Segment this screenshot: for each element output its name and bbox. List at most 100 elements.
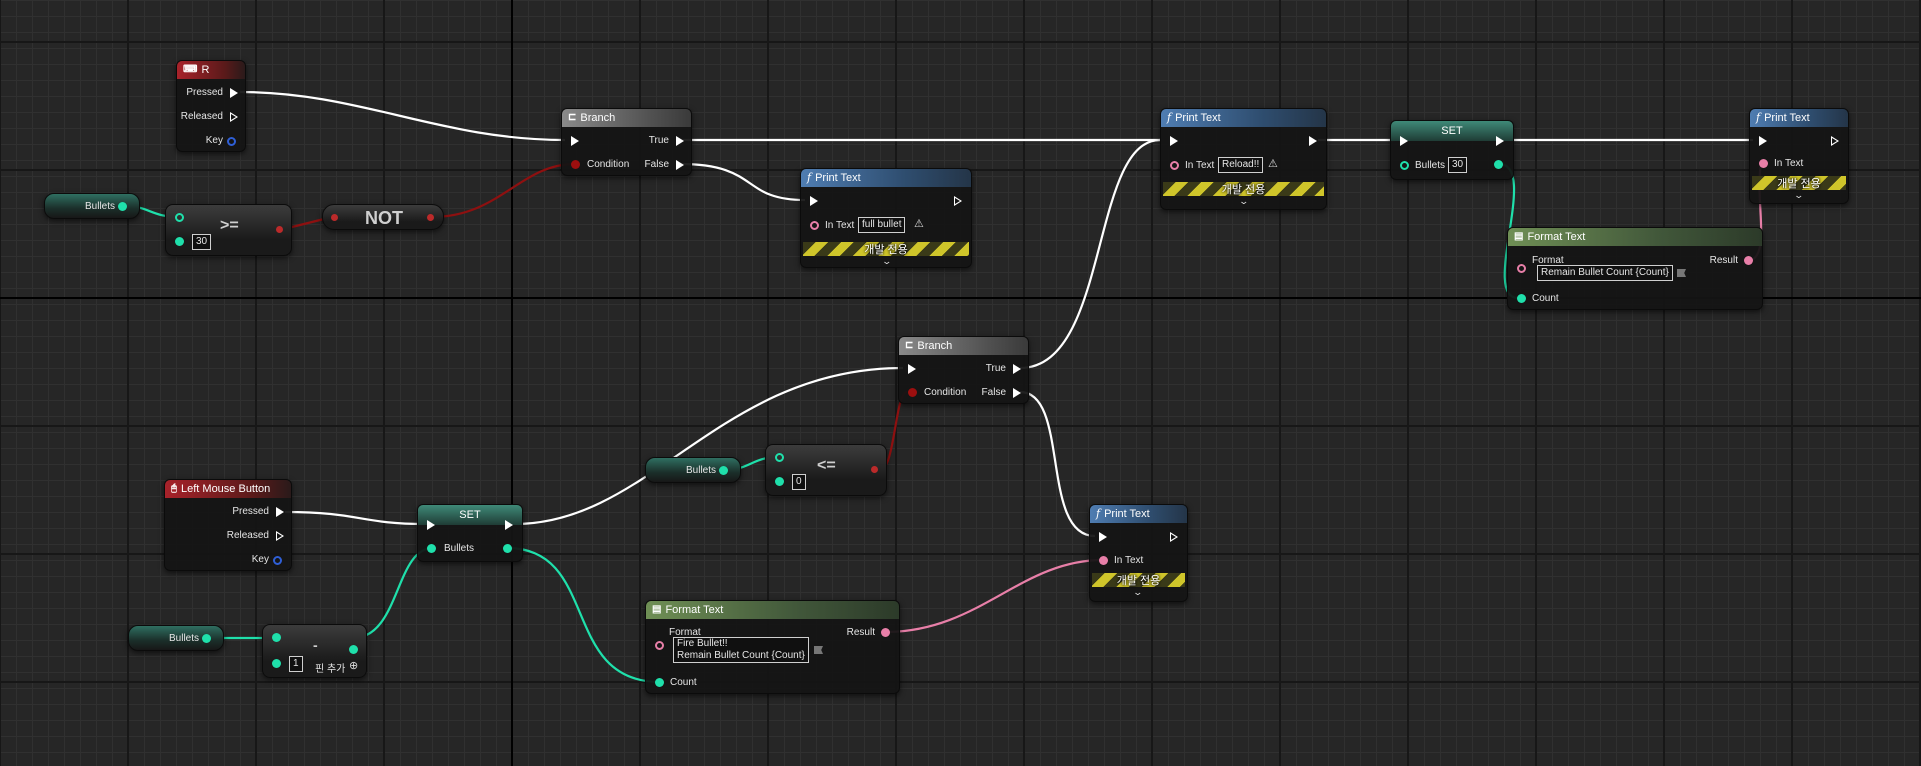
set-bottom-bullets-pin[interactable] [427, 544, 436, 553]
print-remain-exec-in[interactable] [1759, 136, 1767, 146]
pressed-exec-pin[interactable] [276, 507, 284, 517]
format-top-format-pin[interactable] [1517, 264, 1526, 273]
bullets-getter-node[interactable]: Bullets [645, 457, 741, 483]
wire-set-bottom-to-format-count [506, 546, 661, 684]
print-reload-exec-in[interactable] [1170, 136, 1178, 146]
format-bottom-count-pin[interactable] [655, 678, 664, 687]
print-reload-exec-out[interactable] [1309, 136, 1317, 146]
format-bottom-format-field[interactable]: Fire Bullet!! Remain Bullet Count {Count… [673, 637, 809, 663]
set-top-bullets-pin[interactable] [1400, 161, 1409, 170]
subtract-output-pin[interactable] [349, 645, 358, 654]
greater-equal-node[interactable]: 30 >= [165, 204, 292, 256]
branch-mid-exec-in[interactable] [908, 364, 916, 374]
lmb-title: Left Mouse Button [181, 483, 271, 495]
format-bottom-result-pin[interactable] [881, 628, 890, 637]
format-top-result-pin[interactable] [1744, 256, 1753, 265]
print-fire-in-text-pin[interactable] [1099, 556, 1108, 565]
lte-input-a-pin[interactable] [775, 453, 784, 462]
bullets-output-pin[interactable] [719, 466, 728, 475]
subtract-input-a-pin[interactable] [272, 633, 281, 642]
set-top-exec-in[interactable] [1400, 136, 1408, 146]
print-reload-in-text-field[interactable]: Reload!! [1218, 157, 1264, 173]
key-r-event-node[interactable]: ⌨ R Pressed Released Key [176, 60, 246, 152]
pressed-label: Pressed [186, 87, 223, 98]
key-pin[interactable] [227, 137, 236, 146]
print-full-in-text-field[interactable]: full bullet [858, 217, 906, 233]
print-reload-in-text-pin[interactable] [1170, 161, 1179, 170]
not-input-pin[interactable] [331, 214, 338, 221]
branch-top-condition-pin[interactable] [571, 160, 580, 169]
print-text-fire-node[interactable]: f Print Text In Text 개발 전용 ⌄ [1089, 504, 1188, 602]
lte-input-b-pin[interactable] [775, 477, 784, 486]
development-only-banner: 개발 전용 [803, 242, 969, 256]
bullets-getter-node[interactable]: Bullets [44, 193, 140, 219]
released-exec-pin[interactable] [230, 112, 238, 122]
print-remain-header: f Print Text [1750, 109, 1848, 127]
print-text-reload-node[interactable]: f Print Text In Text Reload!! ⚠ 개발 전용 ⌄ [1160, 108, 1327, 210]
set-bullets-bottom-node[interactable]: SET Bullets [417, 504, 523, 562]
branch-node-top[interactable]: ⊏ Branch True Condition False [561, 108, 692, 176]
bullets-getter-node[interactable]: Bullets [128, 625, 224, 651]
function-icon: f [807, 171, 812, 184]
format-top-result-label: Result [1709, 255, 1738, 266]
lte-value-field[interactable]: 0 [792, 474, 806, 490]
set-bottom-exec-out[interactable] [505, 520, 513, 530]
not-node[interactable]: NOT [322, 204, 444, 230]
set-top-bullets-field[interactable]: 30 [1448, 157, 1468, 173]
subtract-node[interactable]: 1 - 핀 추가 ⊕ [262, 624, 367, 678]
function-icon: f [1096, 507, 1101, 520]
less-equal-node[interactable]: 0 <= [765, 444, 887, 496]
print-remain-in-text-pin[interactable] [1759, 159, 1768, 168]
chevron-down-icon[interactable]: ⌄ [1238, 196, 1249, 207]
gte-output-pin[interactable] [276, 226, 283, 233]
bullets-output-pin[interactable] [202, 634, 211, 643]
set-top-output-pin[interactable] [1494, 160, 1503, 169]
pressed-exec-pin[interactable] [230, 88, 238, 98]
add-pin-icon[interactable]: ⊕ [349, 659, 358, 672]
print-fire-header: f Print Text [1090, 505, 1187, 523]
key-label: Key [251, 554, 269, 565]
print-fire-exec-out[interactable] [1170, 532, 1178, 542]
not-output-pin[interactable] [427, 214, 434, 221]
branch-top-exec-in[interactable] [571, 136, 579, 146]
set-top-exec-out[interactable] [1496, 136, 1504, 146]
lte-output-pin[interactable] [871, 466, 878, 473]
branch-node-middle[interactable]: ⊏ Branch True Condition False [898, 336, 1029, 404]
print-full-exec-out[interactable] [954, 196, 962, 206]
gte-input-b-pin[interactable] [175, 237, 184, 246]
print-full-in-text-pin[interactable] [810, 221, 819, 230]
print-full-exec-in[interactable] [810, 196, 818, 206]
print-text-full-bullet-node[interactable]: f Print Text In Text full bullet ⚠ 개발 전용… [800, 168, 972, 268]
format-text-top-node[interactable]: ▤ Format Text Format Remain Bullet Count… [1507, 227, 1763, 310]
chevron-down-icon[interactable]: ⌄ [881, 256, 892, 267]
key-pin[interactable] [273, 556, 282, 565]
subtract-input-b-pin[interactable] [272, 659, 281, 668]
set-bottom-output-pin[interactable] [503, 544, 512, 553]
print-remain-exec-out[interactable] [1831, 136, 1839, 146]
branch-mid-true-pin[interactable] [1013, 364, 1021, 374]
set-bullets-top-node[interactable]: SET Bullets 30 [1390, 120, 1514, 180]
print-fire-exec-in[interactable] [1099, 532, 1107, 542]
chevron-down-icon[interactable]: ⌄ [1793, 190, 1804, 201]
format-text-bottom-node[interactable]: ▤ Format Text Format Fire Bullet!! Remai… [645, 600, 900, 694]
bullets-output-pin[interactable] [118, 202, 127, 211]
released-exec-pin[interactable] [276, 531, 284, 541]
gte-input-a-pin[interactable] [175, 213, 184, 222]
set-bottom-exec-in[interactable] [427, 520, 435, 530]
branch-top-true-pin[interactable] [676, 136, 684, 146]
branch-mid-false-label: False [981, 387, 1006, 398]
bullets-getter-label: Bullets [84, 201, 115, 212]
subtract-value-field[interactable]: 1 [289, 656, 303, 672]
left-mouse-button-event-node[interactable]: 🖰 Left Mouse Button Pressed Released Key [164, 479, 292, 571]
branch-mid-condition-pin[interactable] [908, 388, 917, 397]
chevron-down-icon[interactable]: ⌄ [1132, 587, 1143, 598]
branch-top-false-pin[interactable] [676, 160, 684, 170]
print-reload-title: Print Text [1175, 112, 1221, 124]
format-top-format-field[interactable]: Remain Bullet Count {Count} [1537, 265, 1673, 281]
branch-mid-false-pin[interactable] [1013, 388, 1021, 398]
print-text-remain-node[interactable]: f Print Text In Text 개발 전용 ⌄ [1749, 108, 1849, 204]
gte-value-field[interactable]: 30 [192, 234, 212, 250]
add-pin-label[interactable]: 핀 추가 [315, 660, 345, 675]
format-top-count-pin[interactable] [1517, 294, 1526, 303]
format-bottom-format-pin[interactable] [655, 641, 664, 650]
